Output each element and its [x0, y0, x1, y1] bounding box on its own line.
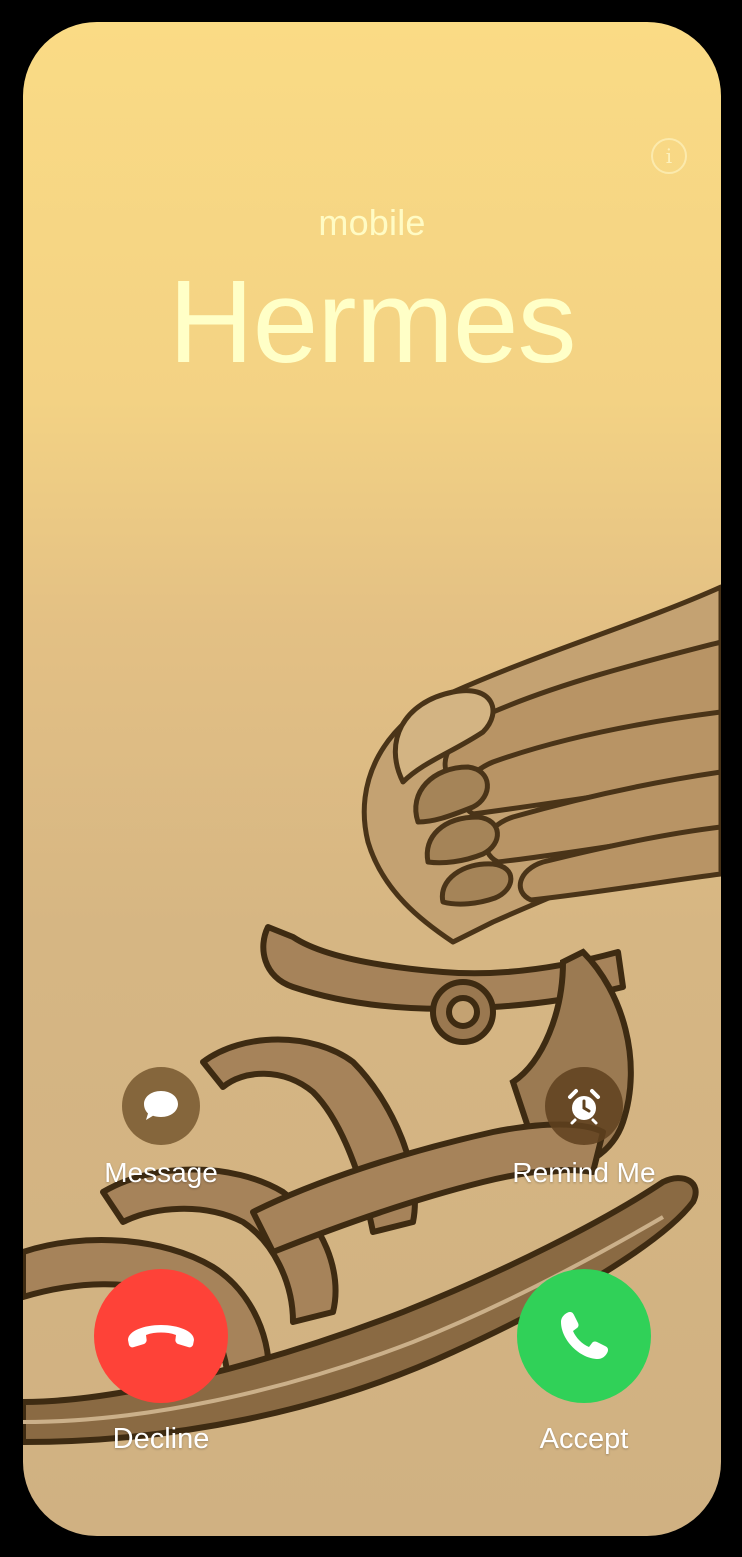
decline-label: Decline — [112, 1423, 210, 1455]
accept-button[interactable] — [517, 1269, 651, 1403]
message-label: Message — [104, 1157, 218, 1188]
phone-down-icon — [128, 1325, 194, 1348]
accept-label: Accept — [539, 1423, 629, 1455]
remind-me-button[interactable] — [545, 1067, 623, 1145]
call-type-label: mobile — [318, 202, 426, 243]
remind-me-label: Remind Me — [512, 1157, 656, 1188]
caller-name: Hermes — [168, 256, 576, 388]
phone-icon — [561, 1312, 608, 1359]
info-icon[interactable]: i — [651, 138, 687, 174]
incoming-call-screen: i mobile Hermes Message Remind Me Declin… — [23, 22, 721, 1536]
message-bubble-icon — [144, 1091, 178, 1120]
decline-action[interactable]: Decline — [51, 1269, 271, 1456]
message-button[interactable] — [122, 1067, 200, 1145]
accept-action[interactable]: Accept — [474, 1269, 694, 1456]
message-action[interactable]: Message — [61, 1067, 261, 1189]
decline-button[interactable] — [94, 1269, 228, 1403]
alarm-clock-icon — [568, 1089, 600, 1125]
remind-me-action[interactable]: Remind Me — [484, 1067, 684, 1189]
